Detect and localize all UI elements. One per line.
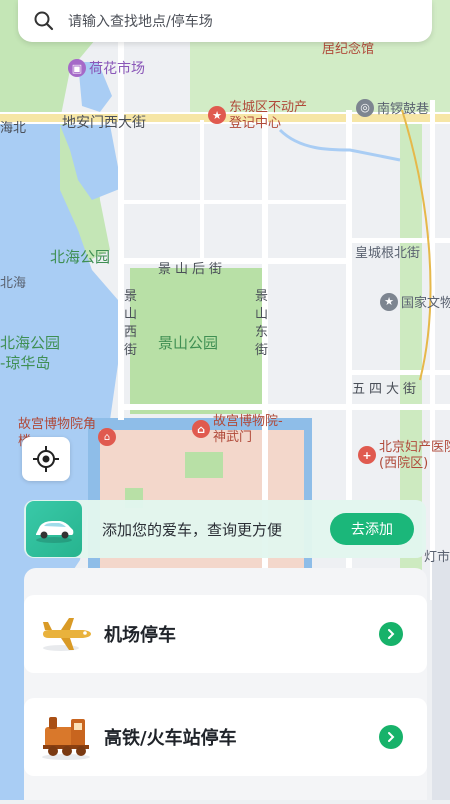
airport-parking-card[interactable]: 机场停车 [24,595,427,673]
guojia-poi[interactable]: ★ 国家文物 [380,292,450,311]
search-icon [34,11,54,31]
museum-icon: ★ [380,292,398,311]
map-label-deng: 灯市 [424,550,450,565]
map-label-beihai: 北海 [0,276,27,291]
huangcheng-poi: 皇城根北街 [355,242,420,261]
hehua-market-poi[interactable]: ▣ 荷花市场 [68,58,145,78]
map-label-guojia: 国家文物 [401,296,450,311]
map-label-haibei: 海北 [0,121,27,136]
search-bar[interactable]: 请输入查找地点/停车场 [18,0,432,42]
chevron-right-icon[interactable] [379,725,403,749]
car-icon [26,501,82,557]
map-label-jingshan-xi: 景山西街 [124,289,138,358]
map-label-dianmen-street: 地安门西大街 [62,115,146,131]
airplane-icon [36,604,96,664]
fuchan-hospital-poi[interactable]: + 北京妇产医院(西院区) [358,440,450,472]
location-pin-icon: ★ [208,106,226,124]
shenwumen-poi[interactable]: ⌂ 故宫博物院-神武门 [192,414,293,446]
hospital-icon: + [358,446,376,464]
crosshair-icon [33,446,59,472]
market-icon: ▣ [68,59,86,77]
map-label-qionghuadao: -琼华岛 [0,354,51,372]
map-label-beihai-park: 北海公园 [50,248,111,266]
add-car-button[interactable]: 去添加 [330,513,414,545]
train-parking-title: 高铁/火车站停车 [104,728,237,749]
promo-text: 添加您的爱车，查询更方便 [102,520,283,539]
map-label-nanluoguxiang: 南锣鼓巷 [377,102,430,117]
map-label-huangcheng: 皇城根北街 [355,246,421,261]
palace-pin-icon: ⌂ [98,428,116,446]
map-label-jingshan-park: 景山公园 [158,334,219,352]
nanluoguxiang-poi[interactable]: ◎ 南锣鼓巷 [356,98,429,117]
map-label-jingshan-hou: 景山后街 [158,262,227,277]
parking-category-sheet: 机场停车 高铁/火车站停车 [24,568,427,800]
dongcheng-registry-poi[interactable]: ★ 东城区不动产登记中心 [208,100,309,132]
map-label-gugong-shenwu: 故宫博物院-神武门 [213,414,283,445]
map-label-hehua-market: 荷花市场 [89,61,145,77]
chevron-right-icon[interactable] [379,622,403,646]
map-label-dongcheng-registry: 东城区不动产登记中心 [229,100,308,131]
map-label-fuchan: 北京妇产医院(西院区) [379,440,450,471]
add-car-banner: 添加您的爱车，查询更方便 去添加 [24,500,426,558]
palace-gate-icon: ⌂ [192,420,210,438]
map-label-wusi: 五四大街 [352,382,421,397]
map-label-jingshan-dong: 景山东街 [255,289,269,358]
airport-parking-title: 机场停车 [104,625,176,646]
train-icon [36,707,96,767]
locate-button[interactable] [22,437,70,481]
landmark-icon: ◎ [356,98,374,117]
train-parking-card[interactable]: 高铁/火车站停车 [24,698,427,776]
search-input[interactable]: 请输入查找地点/停车场 [68,11,213,31]
map-label-beihai-park-2: 北海公园 [0,334,61,352]
